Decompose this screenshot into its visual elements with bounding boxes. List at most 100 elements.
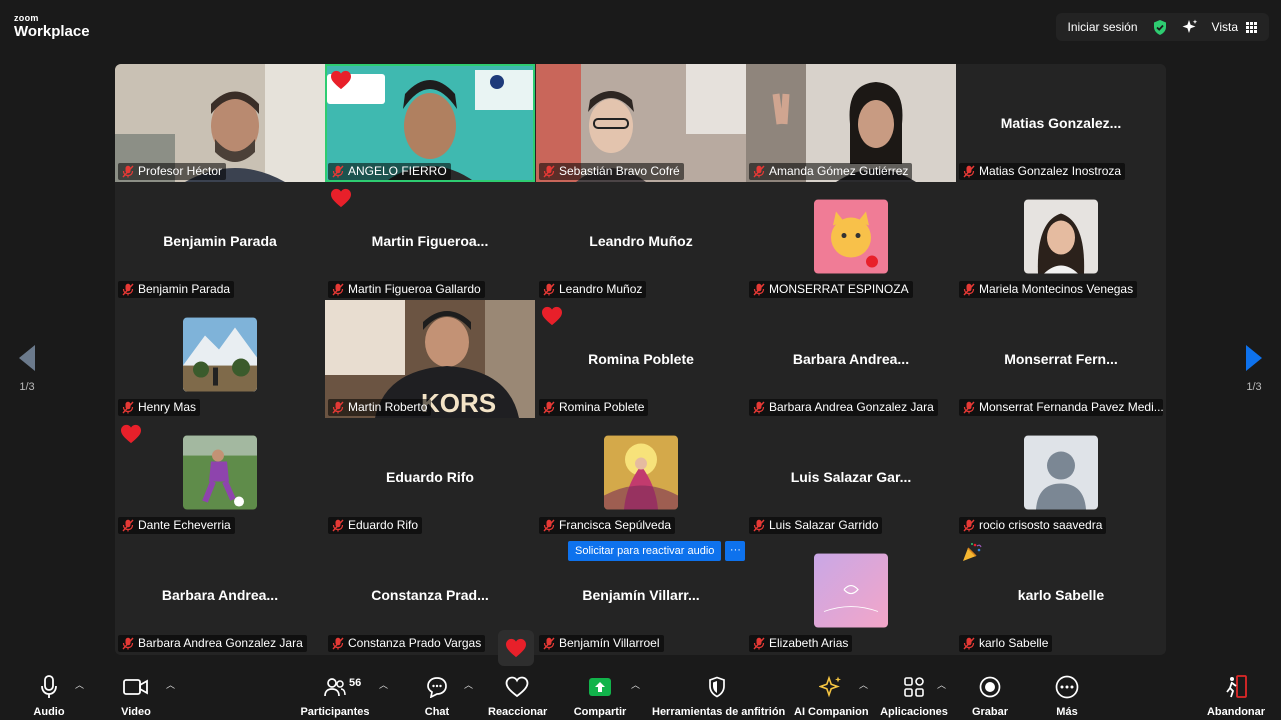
default-user-avatar [1024, 435, 1098, 510]
participant-name-tag-text: Elizabeth Arias [769, 636, 849, 650]
participant-tile[interactable]: Matias Gonzalez... Matias Gonzalez Inostr… [956, 64, 1166, 182]
participant-name-tag: ANGELO FIERRO [328, 163, 451, 180]
painting-avatar [604, 435, 678, 510]
host-tools-button[interactable]: Herramientas de anfitrión [652, 674, 785, 718]
muted-mic-icon [543, 165, 555, 178]
participant-name-tag-text: Sebastián Bravo Cofré [559, 164, 680, 178]
react-button[interactable]: Reaccionar [488, 674, 547, 718]
participant-tile[interactable]: Profesor Héctor [115, 64, 325, 182]
participant-tile[interactable]: MONSERRAT ESPINOZA [746, 182, 956, 300]
logo-big-text: Workplace [14, 23, 90, 40]
participant-name-tag-text: Matias Gonzalez Inostroza [979, 164, 1122, 178]
participants-label: Participantes [300, 706, 370, 718]
record-button[interactable]: Grabar [970, 674, 1010, 718]
participants-options-caret[interactable]: ︿ [379, 678, 388, 691]
grid-view-icon [1246, 21, 1257, 33]
share-screen-icon [589, 678, 611, 696]
participants-icon [324, 678, 346, 697]
apps-options-caret[interactable]: ︿ [937, 678, 946, 691]
top-bar: zoom Workplace Iniciar sesión Vista [0, 0, 1281, 54]
participant-display-name: Monserrat Fern... [1004, 351, 1118, 367]
participant-name-tag: Sebastián Bravo Cofré [539, 163, 684, 180]
unmute-more-button[interactable]: ··· [725, 541, 746, 561]
next-page-button[interactable]: 1/3 [1239, 345, 1269, 393]
participant-tile[interactable]: KORS Martin Roberto [325, 300, 535, 418]
participant-name-tag-text: Profesor Héctor [138, 164, 223, 178]
participant-tile[interactable]: ANGELO FIERRO [325, 64, 535, 182]
participant-tile[interactable]: Benjamin Parada Benjamin Parada [115, 182, 325, 300]
ai-companion-button[interactable]: AI Companion [794, 674, 869, 718]
participant-avatar [183, 435, 257, 510]
pink-gradient-avatar [814, 553, 888, 628]
participant-display-name: Benjamin Parada [163, 233, 277, 249]
participant-name-tag-text: Henry Mas [138, 400, 197, 414]
request-unmute-button[interactable]: Solicitar para reactivar audio [568, 541, 722, 561]
audio-button[interactable]: Audio [28, 674, 70, 718]
participant-display-name: Constanza Prad... [371, 587, 489, 603]
heart-reaction-icon [506, 638, 526, 658]
muted-mic-icon [753, 165, 765, 178]
participant-tile[interactable]: Henry Mas [115, 300, 325, 418]
participant-name-tag: Dante Echeverria [118, 517, 235, 534]
participant-tile[interactable]: Amanda Gómez Gutiérrez [746, 64, 956, 182]
participant-tile[interactable]: Elizabeth Arias [746, 536, 956, 654]
participant-tile[interactable]: Romina Poblete Romina Poblete [536, 300, 746, 418]
participant-tile[interactable]: Leandro Muñoz Leandro Muñoz [536, 182, 746, 300]
heart-reaction-icon [331, 188, 351, 208]
participant-tile[interactable]: Martin Figueroa... Martin Figueroa Gallar… [325, 182, 535, 300]
ai-options-caret[interactable]: ︿ [859, 678, 868, 691]
participant-tile[interactable]: Mariela Montecinos Venegas [956, 182, 1166, 300]
participant-name-tag: Barbara Andrea Gonzalez Jara [118, 635, 307, 652]
participant-display-name: karlo Sabelle [1017, 587, 1105, 603]
view-button[interactable]: Vista [1212, 20, 1257, 34]
shield-check-icon[interactable] [1152, 19, 1168, 36]
signin-button[interactable]: Iniciar sesión [1068, 20, 1138, 34]
participant-tile[interactable]: Barbara Andrea... Barbara Andrea Gonzalez… [746, 300, 956, 418]
participant-name-tag: Benjamin Parada [118, 281, 235, 298]
participant-display-name: Benjamín Villarr... [582, 587, 700, 603]
participant-avatar [814, 553, 888, 628]
audio-label: Audio [33, 706, 65, 718]
muted-mic-icon [332, 165, 344, 178]
participant-name-tag: Amanda Gómez Gutiérrez [749, 163, 913, 180]
participant-name-tag: Leandro Muñoz [539, 281, 647, 298]
ai-sparkle-icon[interactable] [1182, 19, 1198, 35]
share-options-caret[interactable]: ︿ [631, 678, 640, 691]
participant-tile[interactable]: rocio crisosto saavedra [956, 418, 1166, 536]
participant-tile[interactable]: Monserrat Fern... Monserrat Fernanda Pave… [956, 300, 1166, 418]
leave-button[interactable]: Abandonar [1205, 674, 1267, 718]
audio-options-caret[interactable]: ︿ [75, 678, 84, 691]
participant-name-tag: Francisca Sepúlveda [539, 517, 676, 534]
video-options-caret[interactable]: ︿ [166, 678, 175, 691]
participant-name-tag: Profesor Héctor [118, 163, 227, 180]
muted-mic-icon [963, 165, 975, 178]
more-button[interactable]: Más [1050, 674, 1084, 718]
share-button[interactable]: Compartir [573, 674, 627, 718]
previous-page-button[interactable]: 1/3 [12, 345, 42, 393]
participant-tile[interactable]: Francisca Sepúlveda [536, 418, 746, 536]
muted-mic-icon [332, 637, 344, 650]
muted-mic-icon [753, 519, 765, 532]
participant-tile[interactable]: Dante Echeverria [115, 418, 325, 536]
muted-mic-icon [543, 519, 555, 532]
muted-mic-icon [753, 283, 765, 296]
participant-tile[interactable]: Sebastián Bravo Cofré [536, 64, 746, 182]
page-indicator-left: 1/3 [19, 381, 35, 393]
participant-tile[interactable]: Eduardo Rifo Eduardo Rifo [325, 418, 535, 536]
participant-tile[interactable]: karlo Sabelle karlo Sabelle [956, 536, 1166, 654]
participant-tile[interactable]: Luis Salazar Gar... Luis Salazar Garrido [746, 418, 956, 536]
participant-display-name: Martin Figueroa... [371, 233, 489, 249]
muted-mic-icon [753, 401, 765, 414]
participant-tile[interactable]: Barbara Andrea... Barbara Andrea Gonzalez… [115, 536, 325, 654]
participant-display-name: Eduardo Rifo [386, 469, 474, 485]
ai-companion-sparkle-icon [819, 675, 841, 698]
chat-options-caret[interactable]: ︿ [464, 678, 473, 691]
participant-avatar [814, 199, 888, 274]
video-button[interactable]: Video [116, 674, 156, 718]
chat-button[interactable]: Chat [420, 674, 454, 718]
more-label: Más [1056, 706, 1078, 718]
zoom-workplace-logo: zoom Workplace [14, 14, 90, 40]
participant-name-tag: Luis Salazar Garrido [749, 517, 883, 534]
participant-name-tag: MONSERRAT ESPINOZA [749, 281, 913, 298]
participant-name-tag-text: Francisca Sepúlveda [559, 518, 672, 532]
